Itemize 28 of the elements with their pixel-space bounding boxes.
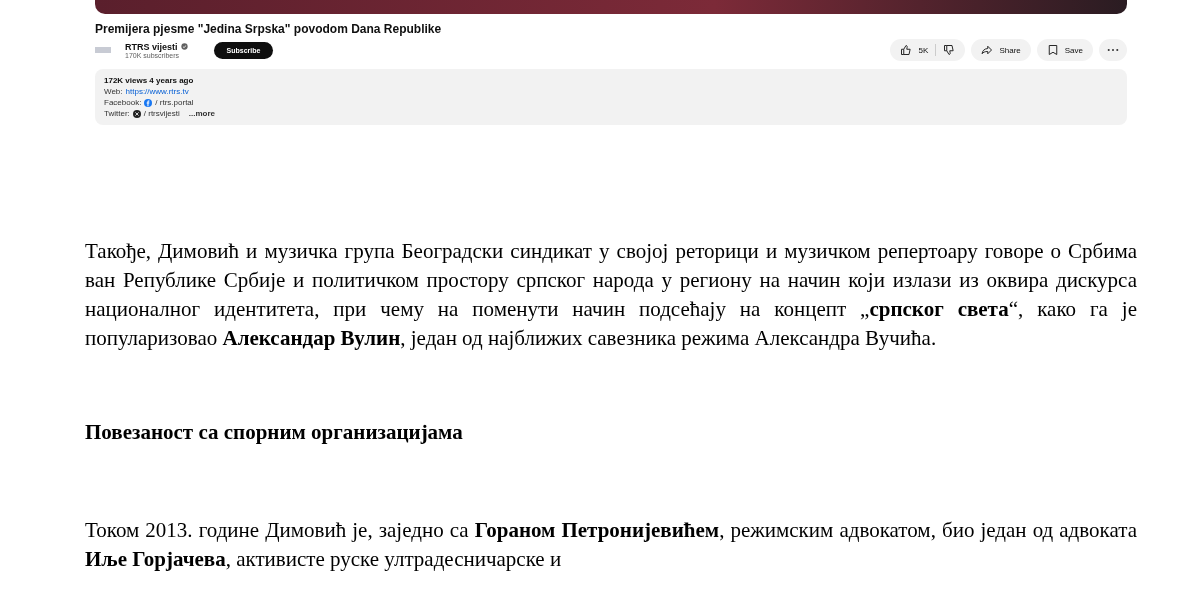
view-stats: 172K views 4 years ago bbox=[104, 75, 195, 86]
facebook-icon bbox=[144, 98, 153, 107]
share-arrow-icon bbox=[981, 44, 994, 56]
channel-logo-icon[interactable] bbox=[95, 47, 111, 53]
thumbs-down-icon[interactable] bbox=[943, 44, 956, 56]
article-paragraph: Током 2013. године Димовић је, заједно са Гораном Петронијевићем, режимским адвокатом, био један од адвоката Иље Горјачева, активисте руске ултрадесничарске и bbox=[85, 517, 1137, 573]
more-dots-icon bbox=[1107, 48, 1119, 52]
video-title: Premijera pjesme "Jedina Srpska" povodom Dana Republike bbox=[95, 22, 443, 36]
x-logo-icon bbox=[132, 109, 141, 118]
social-handle-link[interactable]: / rtrs.portal bbox=[155, 97, 194, 108]
description-label: Facebook: bbox=[104, 97, 142, 108]
channel-name[interactable]: RTRS vijesti bbox=[125, 41, 178, 52]
video-frame[interactable] bbox=[95, 0, 1127, 14]
more-actions-button[interactable] bbox=[1099, 39, 1127, 61]
article-paragraph: Такође, Димовић и музичка група Београдски синдикат у својој реторици и музичком репертоару говоре о Србима ван Републике Србије и политичком простору српског народа у региону на начин који излази из оквира дискурса националног идентитета, при чему на поменути начин подсећају на концепт „српског света“, како га је популаризовао Александар Вулин, један од најближих савезника режима Александра Вучића. bbox=[85, 238, 1137, 352]
like-count: 5K bbox=[918, 45, 929, 55]
description-label: Twitter: bbox=[104, 108, 130, 119]
social-handle-link[interactable]: / rtrsvijesti bbox=[143, 108, 180, 119]
like-dislike-control[interactable]: 5K bbox=[889, 39, 966, 61]
share-button[interactable]: Share bbox=[971, 39, 1031, 61]
section-heading: Повезаност са спорним организацијама bbox=[85, 419, 464, 446]
show-more-link[interactable]: ...more bbox=[188, 108, 215, 119]
bookmark-icon bbox=[1046, 44, 1059, 56]
description-panel[interactable]: 172K views 4 years ago Web: https://www.rtrs.tv Facebook: / rtrs.portal Twitter: / rtrsvijesti ...more bbox=[95, 69, 1127, 125]
thumbs-up-icon[interactable] bbox=[899, 44, 912, 56]
website-link[interactable]: https://www.rtrs.tv bbox=[125, 86, 189, 97]
save-button[interactable]: Save bbox=[1036, 39, 1093, 61]
description-label: Web: bbox=[104, 86, 123, 97]
